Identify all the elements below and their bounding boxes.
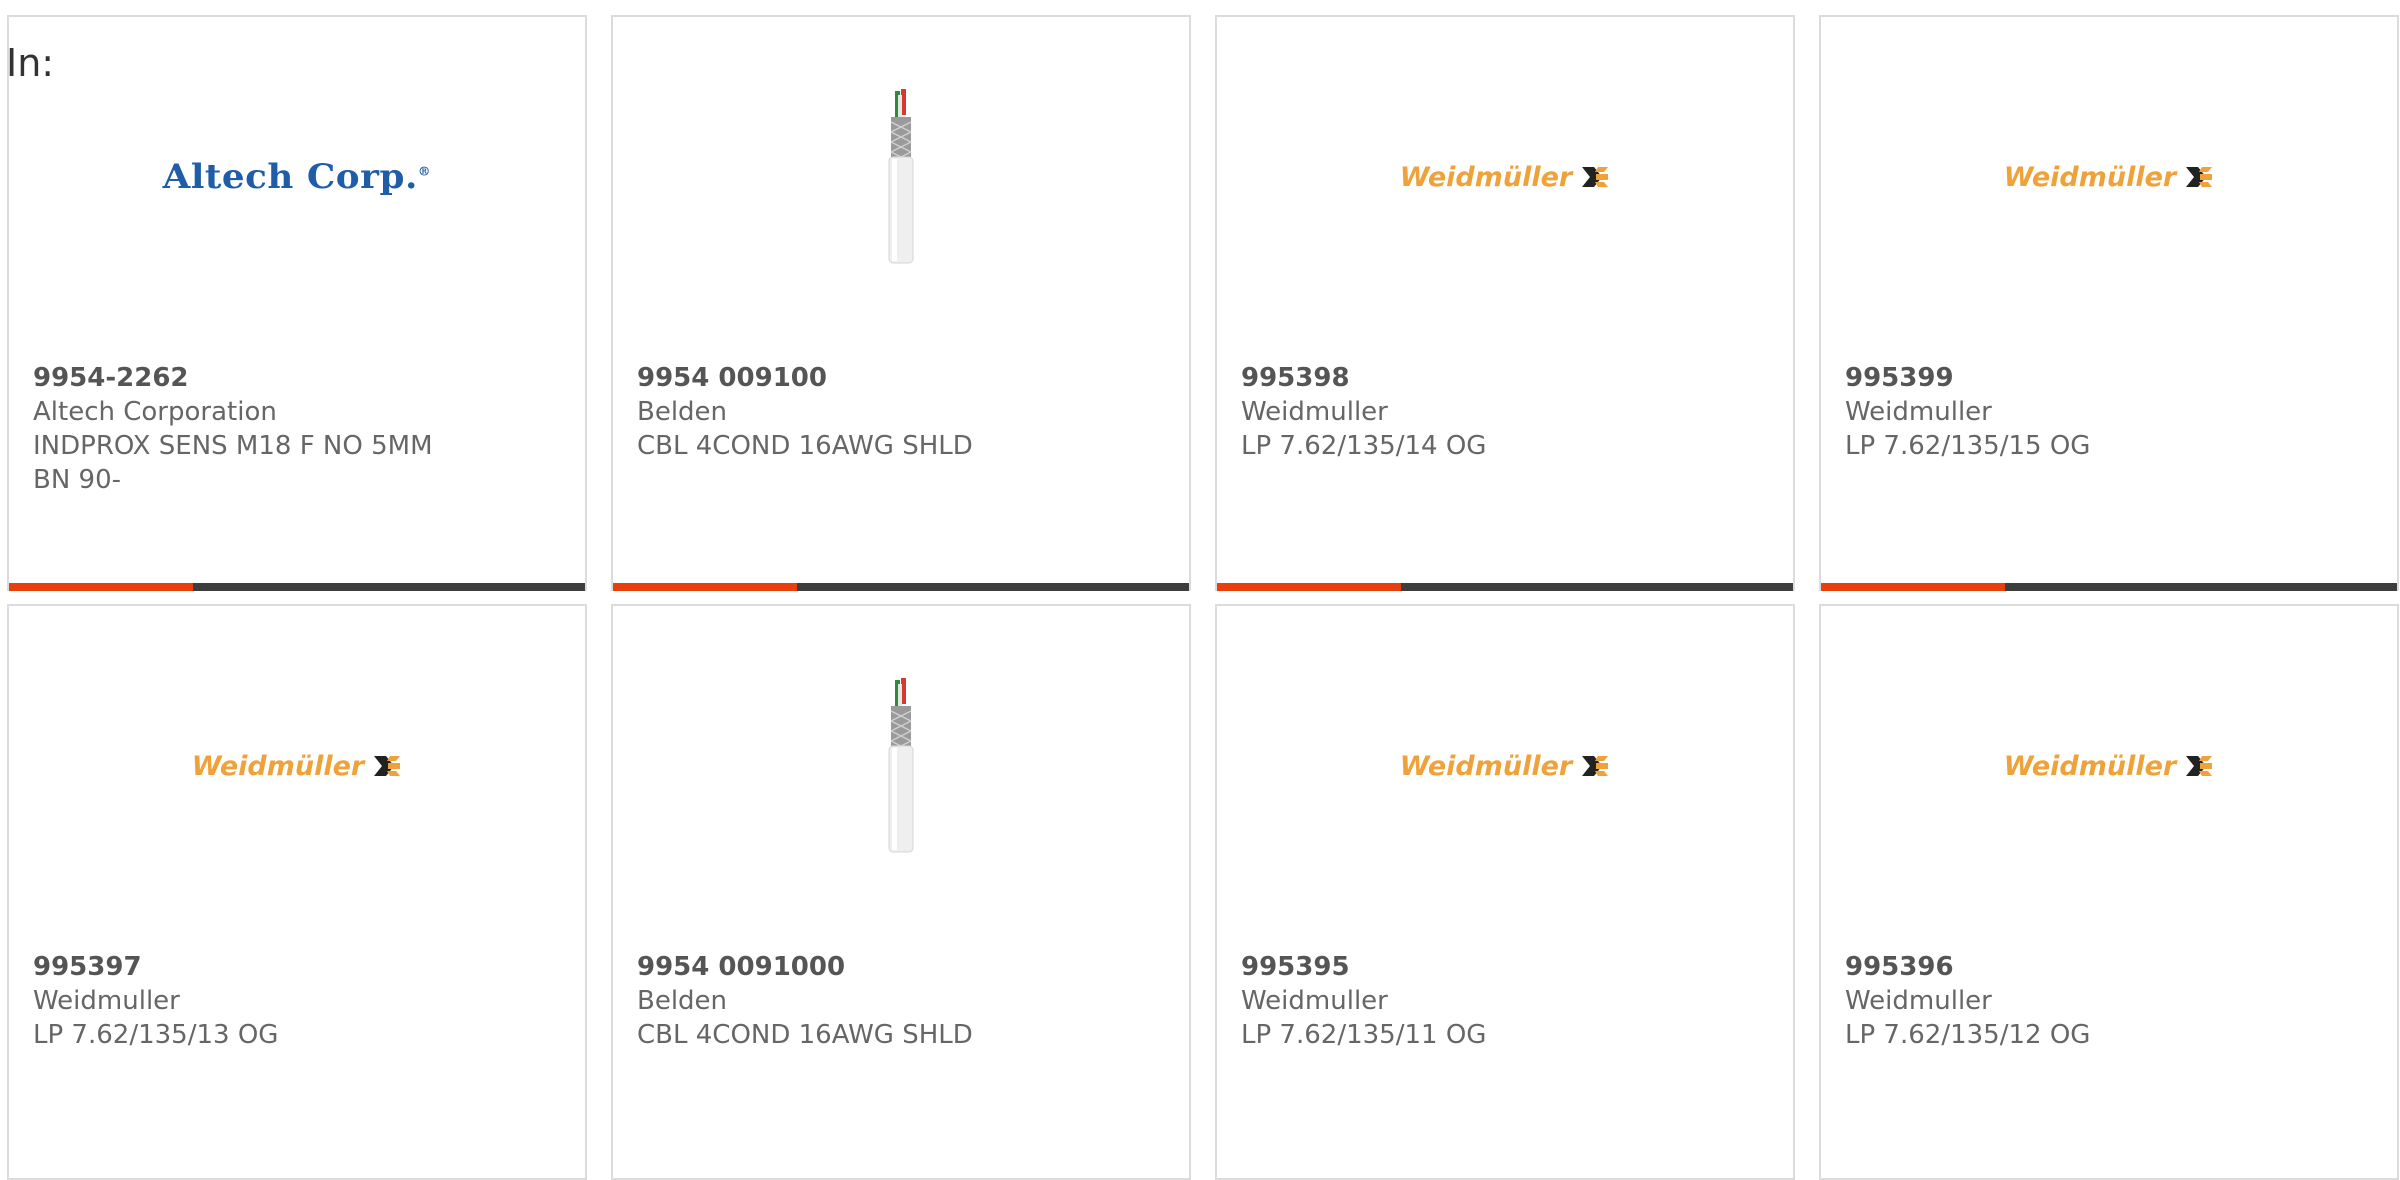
progress-fill — [9, 583, 194, 591]
progress-bar — [1821, 583, 2397, 591]
product-card[interactable]: Weidmüller 995399 Weidmuller LP 7.62/135… — [1819, 15, 2399, 591]
product-image — [613, 656, 1189, 876]
manufacturer: Weidmuller — [33, 986, 180, 1016]
description: CBL 4COND 16AWG SHLD — [637, 1020, 973, 1050]
progress-fill — [1217, 583, 1402, 591]
part-number[interactable]: 9954 009100 — [637, 361, 1173, 395]
weidmuller-mark-icon — [2186, 167, 2213, 187]
product-card[interactable]: Altech Corp.® 9954-2262 Altech Corporati… — [7, 15, 587, 591]
description: LP 7.62/135/14 OG — [1241, 431, 1487, 461]
part-number[interactable]: 995399 — [1845, 361, 2381, 395]
cable-photo — [879, 87, 923, 267]
progress-fill — [613, 583, 798, 591]
description: LP 7.62/135/15 OG — [1845, 431, 2091, 461]
weidmuller-logo: Weidmüller — [2004, 162, 2214, 193]
manufacturer: Weidmuller — [1845, 986, 1992, 1016]
progress-fill — [1821, 583, 2006, 591]
product-card[interactable]: 9954 009100 Belden CBL 4COND 16AWG SHLD — [611, 15, 1191, 591]
manufacturer: Weidmuller — [1241, 986, 1388, 1016]
product-image: Weidmüller — [9, 656, 585, 876]
weidmuller-logo: Weidmüller — [2004, 751, 2214, 782]
manufacturer: Weidmuller — [1241, 397, 1388, 427]
description: LP 7.62/135/12 OG — [1845, 1020, 2091, 1050]
weidmuller-logo: Weidmüller — [1400, 162, 1610, 193]
description: CBL 4COND 16AWG SHLD — [637, 431, 973, 461]
description: LP 7.62/135/13 OG — [33, 1020, 279, 1050]
product-image: Weidmüller — [1217, 656, 1793, 876]
product-image: Weidmüller — [1217, 67, 1793, 287]
product-card[interactable]: Weidmüller 995397 Weidmuller LP 7.62/135… — [7, 604, 587, 1180]
weidmuller-mark-icon — [1582, 167, 1609, 187]
manufacturer: Altech Corporation — [33, 397, 277, 427]
weidmuller-logo: Weidmüller — [1400, 751, 1610, 782]
product-card[interactable]: Weidmüller 995396 Weidmuller LP 7.62/135… — [1819, 604, 2399, 1180]
part-number[interactable]: 9954-2262 — [33, 361, 569, 395]
manufacturer: Belden — [637, 397, 728, 427]
progress-bar — [613, 583, 1189, 591]
weidmuller-mark-icon — [2186, 756, 2213, 776]
filter-label: In: — [6, 41, 55, 85]
part-number[interactable]: 995397 — [33, 950, 569, 984]
description: INDPROX SENS M18 F NO 5MM BN 90- — [33, 431, 433, 495]
weidmuller-logo: Weidmüller — [192, 751, 402, 782]
product-card[interactable]: Weidmüller 995398 Weidmuller LP 7.62/135… — [1215, 15, 1795, 591]
part-number[interactable]: 995396 — [1845, 950, 2381, 984]
part-number[interactable]: 9954 0091000 — [637, 950, 1173, 984]
product-image: Weidmüller — [1821, 67, 2397, 287]
cable-photo — [879, 676, 923, 856]
altech-logo: Altech Corp.® — [162, 157, 432, 197]
progress-bar — [9, 583, 585, 591]
product-image: Altech Corp.® — [9, 67, 585, 287]
product-image — [613, 67, 1189, 287]
part-number[interactable]: 995398 — [1241, 361, 1777, 395]
manufacturer: Weidmuller — [1845, 397, 1992, 427]
weidmuller-mark-icon — [374, 756, 401, 776]
weidmuller-mark-icon — [1582, 756, 1609, 776]
progress-bar — [1217, 583, 1793, 591]
product-card[interactable]: Weidmüller 995395 Weidmuller LP 7.62/135… — [1215, 604, 1795, 1180]
description: LP 7.62/135/11 OG — [1241, 1020, 1487, 1050]
part-number[interactable]: 995395 — [1241, 950, 1777, 984]
manufacturer: Belden — [637, 986, 728, 1016]
product-image: Weidmüller — [1821, 656, 2397, 876]
product-card[interactable]: 9954 0091000 Belden CBL 4COND 16AWG SHLD — [611, 604, 1191, 1180]
